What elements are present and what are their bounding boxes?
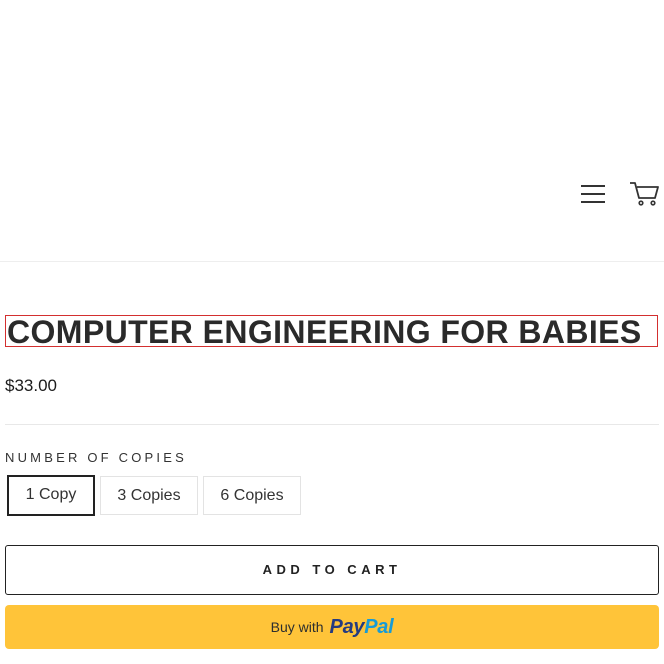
variant-option-1-copy[interactable]: 1 Copy: [7, 475, 95, 516]
variant-label: NUMBER OF COPIES: [5, 450, 187, 465]
product-title: COMPUTER ENGINEERING FOR BABIES: [5, 315, 658, 348]
paypal-prefix-text: Buy with: [270, 619, 324, 635]
variant-option-3-copies[interactable]: 3 Copies: [100, 476, 198, 515]
cart-button[interactable]: [628, 178, 660, 208]
menu-button[interactable]: [578, 180, 610, 208]
hamburger-menu-icon: [581, 185, 605, 203]
paypal-logo-icon: PayPal: [330, 616, 394, 639]
header-divider: [0, 261, 664, 262]
shopping-cart-icon: [630, 182, 659, 206]
variant-option-6-copies[interactable]: 6 Copies: [203, 476, 301, 515]
paypal-button[interactable]: Buy with PayPal: [5, 605, 659, 649]
paypal-logo-pay: Pay: [329, 615, 365, 638]
section-divider: [5, 424, 659, 425]
add-to-cart-button[interactable]: ADD TO CART: [5, 545, 659, 595]
product-price: $33.00: [5, 376, 57, 395]
paypal-logo-pal: Pal: [364, 615, 394, 638]
